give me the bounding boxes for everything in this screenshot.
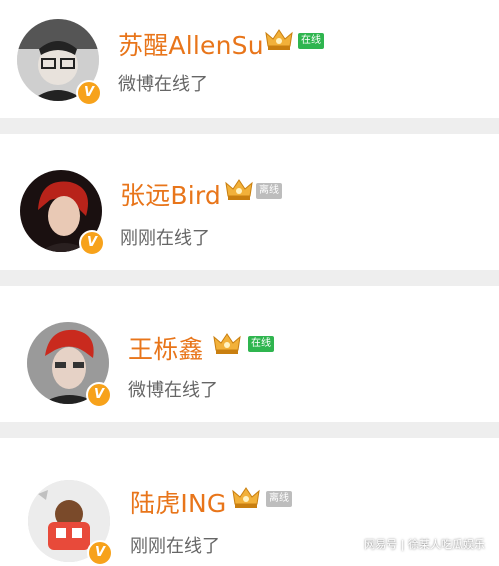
offline-status-tag: 离线 (266, 491, 292, 507)
user-card-2[interactable]: V 张远Bird 离线 刚刚在线了 (0, 134, 499, 270)
separator (0, 422, 499, 438)
status-text: 微博在线了 (118, 74, 208, 95)
user-name[interactable]: 苏醒AllenSu (118, 26, 264, 62)
verified-v-icon: V (79, 230, 105, 256)
verified-v-icon: V (86, 382, 112, 408)
status-text: 微博在线了 (128, 380, 218, 401)
user-card-1[interactable]: V 苏醒AllenSu 在线 微博在线了 (0, 0, 499, 118)
status-text: 刚刚在线了 (120, 228, 210, 249)
vip-crown-icon (232, 486, 260, 510)
vip-crown-icon (265, 28, 293, 52)
user-name[interactable]: 陆虎ING (130, 484, 226, 520)
offline-status-tag: 离线 (256, 183, 282, 199)
watermark: 网易号 | 徐某人吃瓜娱乐 (364, 538, 485, 551)
user-card-3[interactable]: V 王栎鑫 在线 微博在线了 (0, 286, 499, 422)
verified-v-icon: V (87, 540, 113, 566)
separator (0, 118, 499, 134)
verified-v-icon: V (76, 80, 102, 106)
vip-crown-icon (213, 332, 241, 356)
status-text: 刚刚在线了 (130, 536, 220, 557)
user-name[interactable]: 王栎鑫 (128, 330, 204, 366)
vip-crown-icon (225, 178, 253, 202)
separator (0, 270, 499, 286)
online-status-tag: 在线 (298, 33, 324, 49)
online-status-tag: 在线 (248, 336, 274, 352)
user-name[interactable]: 张远Bird (120, 176, 221, 212)
